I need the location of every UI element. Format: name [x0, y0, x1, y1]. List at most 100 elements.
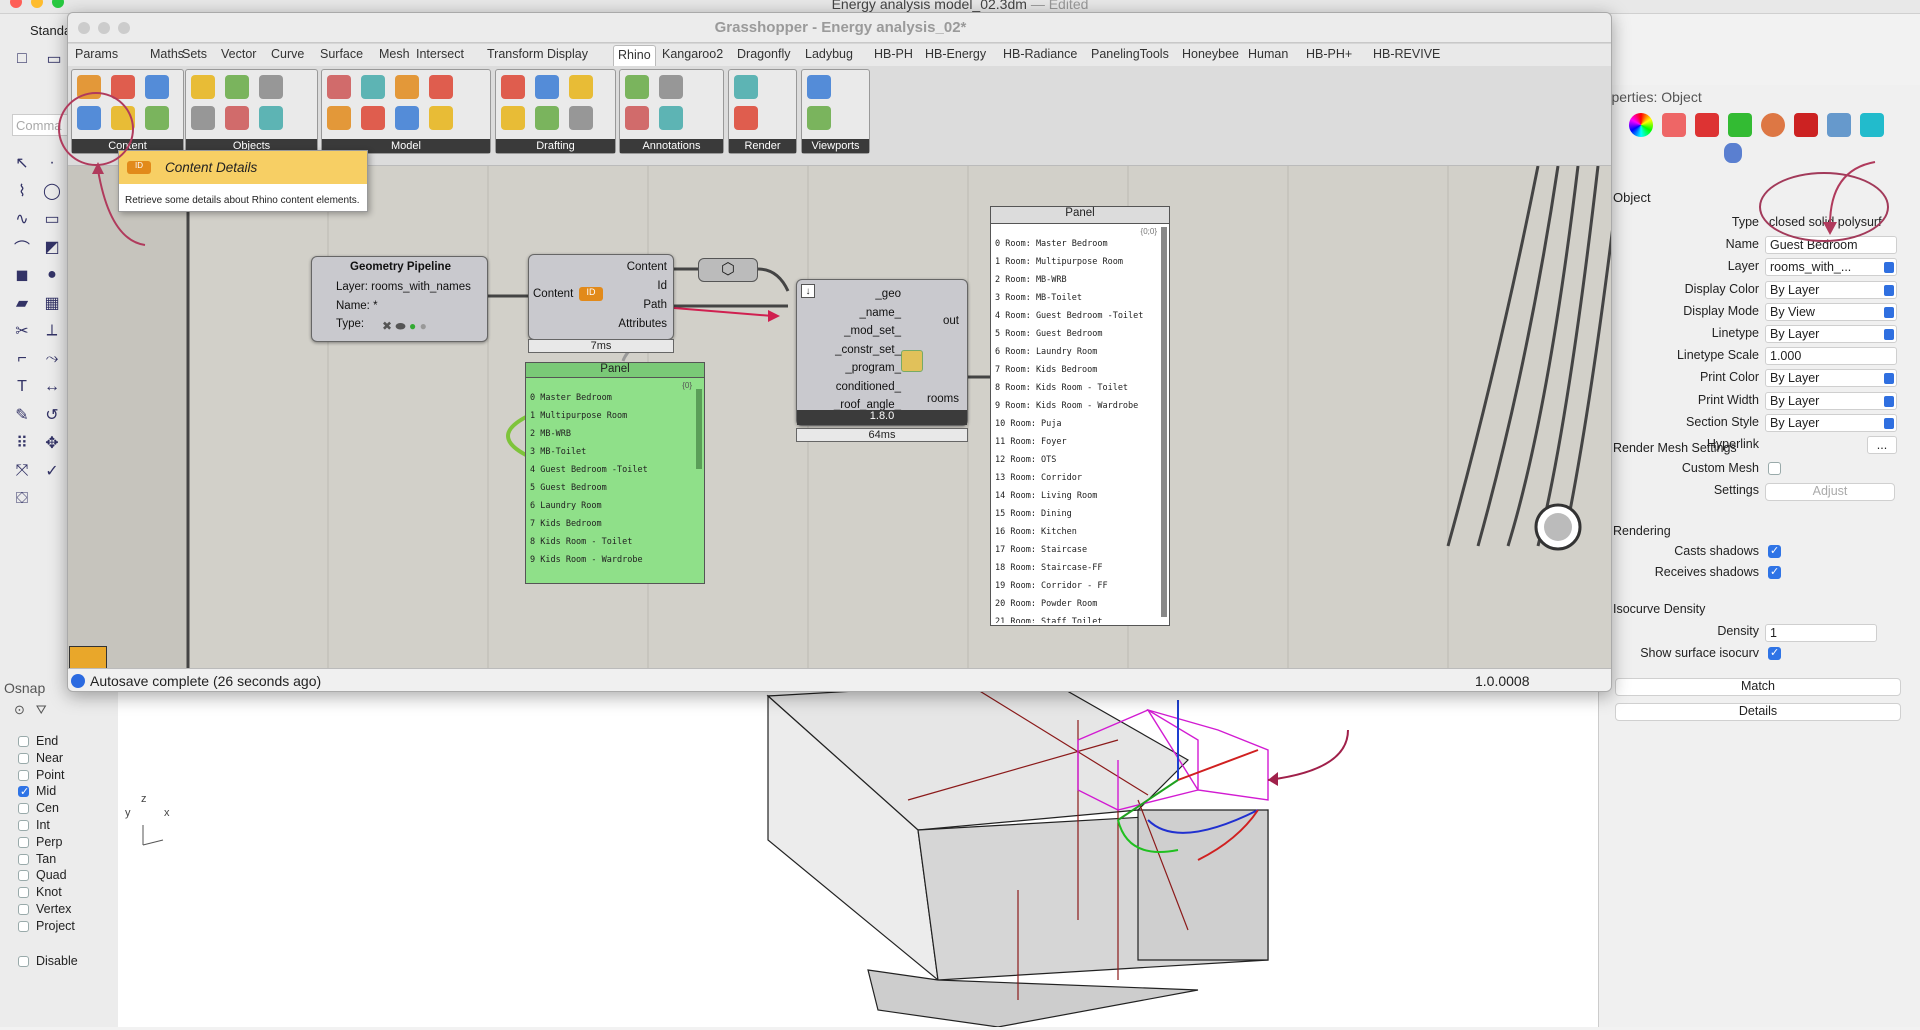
tab-hb-ph-[interactable]: HB-PH+: [1306, 47, 1352, 61]
show-isocurve-checkbox[interactable]: [1768, 646, 1781, 660]
check-icon[interactable]: ✓: [40, 460, 64, 482]
output-panel-scrollbar[interactable]: [1161, 227, 1167, 617]
history-icon[interactable]: ↺: [40, 404, 64, 426]
casts-shadows-checkbox[interactable]: [1768, 544, 1781, 558]
osnap-checkbox[interactable]: [18, 785, 29, 798]
ribbon-tool-icon[interactable]: [361, 106, 385, 130]
prop-value-linetype[interactable]: By Layer: [1765, 325, 1897, 343]
fillet-icon[interactable]: ⌐: [10, 348, 34, 370]
ribbon-tool-icon[interactable]: [535, 106, 559, 130]
tab-kangaroo2[interactable]: Kangaroo2: [662, 47, 723, 61]
prop-value-print-color[interactable]: By Layer: [1765, 369, 1897, 388]
curve-icon[interactable]: ∿: [10, 208, 34, 230]
tab-human[interactable]: Human: [1248, 47, 1288, 61]
ribbon-tool-icon[interactable]: [625, 75, 649, 99]
material-icon[interactable]: [1662, 113, 1686, 137]
ribbon-tool-icon[interactable]: [659, 106, 683, 130]
ribbon-tool-icon[interactable]: [625, 106, 649, 130]
osnap-checkbox[interactable]: [18, 904, 29, 915]
tab-hb-ph[interactable]: HB-PH: [874, 47, 913, 61]
ribbon-tool-icon[interactable]: [111, 75, 135, 99]
rectangle-icon[interactable]: ▭: [40, 208, 64, 230]
circle-icon[interactable]: ◯: [40, 180, 64, 202]
trim-icon[interactable]: ✂: [10, 320, 34, 342]
plane-icon[interactable]: ▰: [10, 292, 34, 314]
render-icon[interactable]: [1794, 113, 1818, 137]
ribbon-tool-icon[interactable]: [395, 106, 419, 130]
tab-rhino[interactable]: Rhino: [613, 45, 656, 66]
density-input[interactable]: 1: [1765, 624, 1877, 642]
point-icon[interactable]: ·: [40, 152, 64, 174]
color-wheel-icon[interactable]: [1629, 113, 1653, 137]
ribbon-tool-icon[interactable]: [395, 75, 419, 99]
osnap-checkbox[interactable]: [18, 820, 29, 831]
edit-icon[interactable]: ✎: [10, 404, 34, 426]
osnap-filter-icon[interactable]: ⊙ ⛛: [14, 702, 47, 718]
ribbon-tool-icon[interactable]: [145, 106, 169, 130]
osnap-checkbox[interactable]: [18, 752, 29, 764]
tab-intersect[interactable]: Intersect: [416, 47, 464, 61]
tab-dragonfly[interactable]: Dragonfly: [737, 47, 791, 61]
database-icon[interactable]: [1724, 143, 1742, 163]
tab-params[interactable]: Params: [75, 47, 118, 61]
offset-icon[interactable]: ⤳: [40, 348, 64, 370]
polyline-icon[interactable]: ⌇: [10, 180, 34, 202]
tab-ladybug[interactable]: Ladybug: [805, 47, 853, 61]
output-panel[interactable]: Panel {0;0} 0 Room: Master Bedroom 1 Room…: [990, 206, 1170, 626]
arc-icon[interactable]: ⌒: [10, 236, 34, 258]
hb-room-component[interactable]: ↓ _geo _name_ _mod_set_ _constr_set_ _progra…: [796, 279, 968, 426]
ribbon-tool-icon[interactable]: [429, 75, 453, 99]
select-arrow-icon[interactable]: ↖: [10, 152, 34, 174]
prop-value-print-width[interactable]: By Layer: [1765, 391, 1897, 410]
osnap-checkbox[interactable]: [18, 736, 29, 747]
green-panel-scrollbar[interactable]: [696, 389, 702, 469]
ribbon-tool-icon[interactable]: [734, 75, 758, 99]
tab-hb-radiance[interactable]: HB-Radiance: [1003, 47, 1077, 61]
box-icon[interactable]: ◼: [10, 264, 34, 286]
osnap-checkbox[interactable]: [18, 803, 29, 815]
osnap-checkbox[interactable]: [18, 853, 29, 865]
tab-mesh[interactable]: Mesh: [379, 47, 410, 61]
open-file-icon[interactable]: ▭: [42, 48, 66, 70]
details-button[interactable]: Details: [1615, 703, 1901, 721]
ribbon-tool-icon[interactable]: [361, 75, 385, 99]
text-icon[interactable]: T: [10, 376, 34, 398]
rhino-viewport[interactable]: z y x: [118, 679, 1598, 1028]
osnap-checkbox[interactable]: [18, 870, 29, 882]
gumball-icon[interactable]: ✥: [40, 432, 64, 454]
ribbon-tool-icon[interactable]: [327, 75, 351, 99]
ribbon-tool-icon[interactable]: [145, 75, 169, 99]
ribbon-tool-icon[interactable]: [191, 106, 215, 130]
ribbon-tool-icon[interactable]: [501, 75, 525, 99]
ribbon-tool-icon[interactable]: [191, 75, 215, 99]
ribbon-tool-icon[interactable]: [807, 106, 831, 130]
ribbon-tool-icon[interactable]: [569, 106, 593, 130]
osnap-checkbox[interactable]: [18, 920, 29, 932]
texture-icon[interactable]: [1728, 113, 1752, 137]
split-icon[interactable]: ⟂: [40, 320, 64, 342]
tab-vector[interactable]: Vector: [221, 47, 256, 61]
match-button[interactable]: Match: [1615, 678, 1901, 696]
osnap-checkbox[interactable]: [18, 887, 29, 899]
ribbon-tool-icon[interactable]: [225, 106, 249, 130]
grasshopper-canvas[interactable]: Geometry Pipeline Layer: rooms_with_name…: [68, 166, 1611, 673]
ribbon-tool-icon[interactable]: [501, 106, 525, 130]
prop-value-hyperlink[interactable]: ...: [1867, 436, 1897, 454]
paint-icon[interactable]: ⛋: [10, 488, 34, 510]
ribbon-tool-icon[interactable]: [569, 75, 593, 99]
geometry-pipeline-component[interactable]: Geometry Pipeline Layer: rooms_with_name…: [311, 256, 488, 342]
ribbon-tool-icon[interactable]: [259, 75, 283, 99]
ribbon-tool-icon[interactable]: [659, 75, 683, 99]
content-details-component[interactable]: Content ID Content Id Path Attributes: [528, 254, 674, 340]
osnap-checkbox[interactable]: [18, 769, 29, 781]
gh-zoom-button[interactable]: [118, 22, 130, 34]
new-file-icon[interactable]: □: [10, 48, 34, 70]
type-filter-icons[interactable]: ✖ ⬬ ● ●: [382, 319, 427, 334]
tab-maths[interactable]: Maths: [150, 47, 184, 61]
box-material-icon[interactable]: [1827, 113, 1851, 137]
tab-honeybee[interactable]: Honeybee: [1182, 47, 1239, 61]
ribbon-tool-icon[interactable]: [327, 106, 351, 130]
surface-icon[interactable]: ◩: [40, 236, 64, 258]
dimension-icon[interactable]: ↔: [40, 376, 64, 398]
ribbon-tool-icon[interactable]: [734, 106, 758, 130]
